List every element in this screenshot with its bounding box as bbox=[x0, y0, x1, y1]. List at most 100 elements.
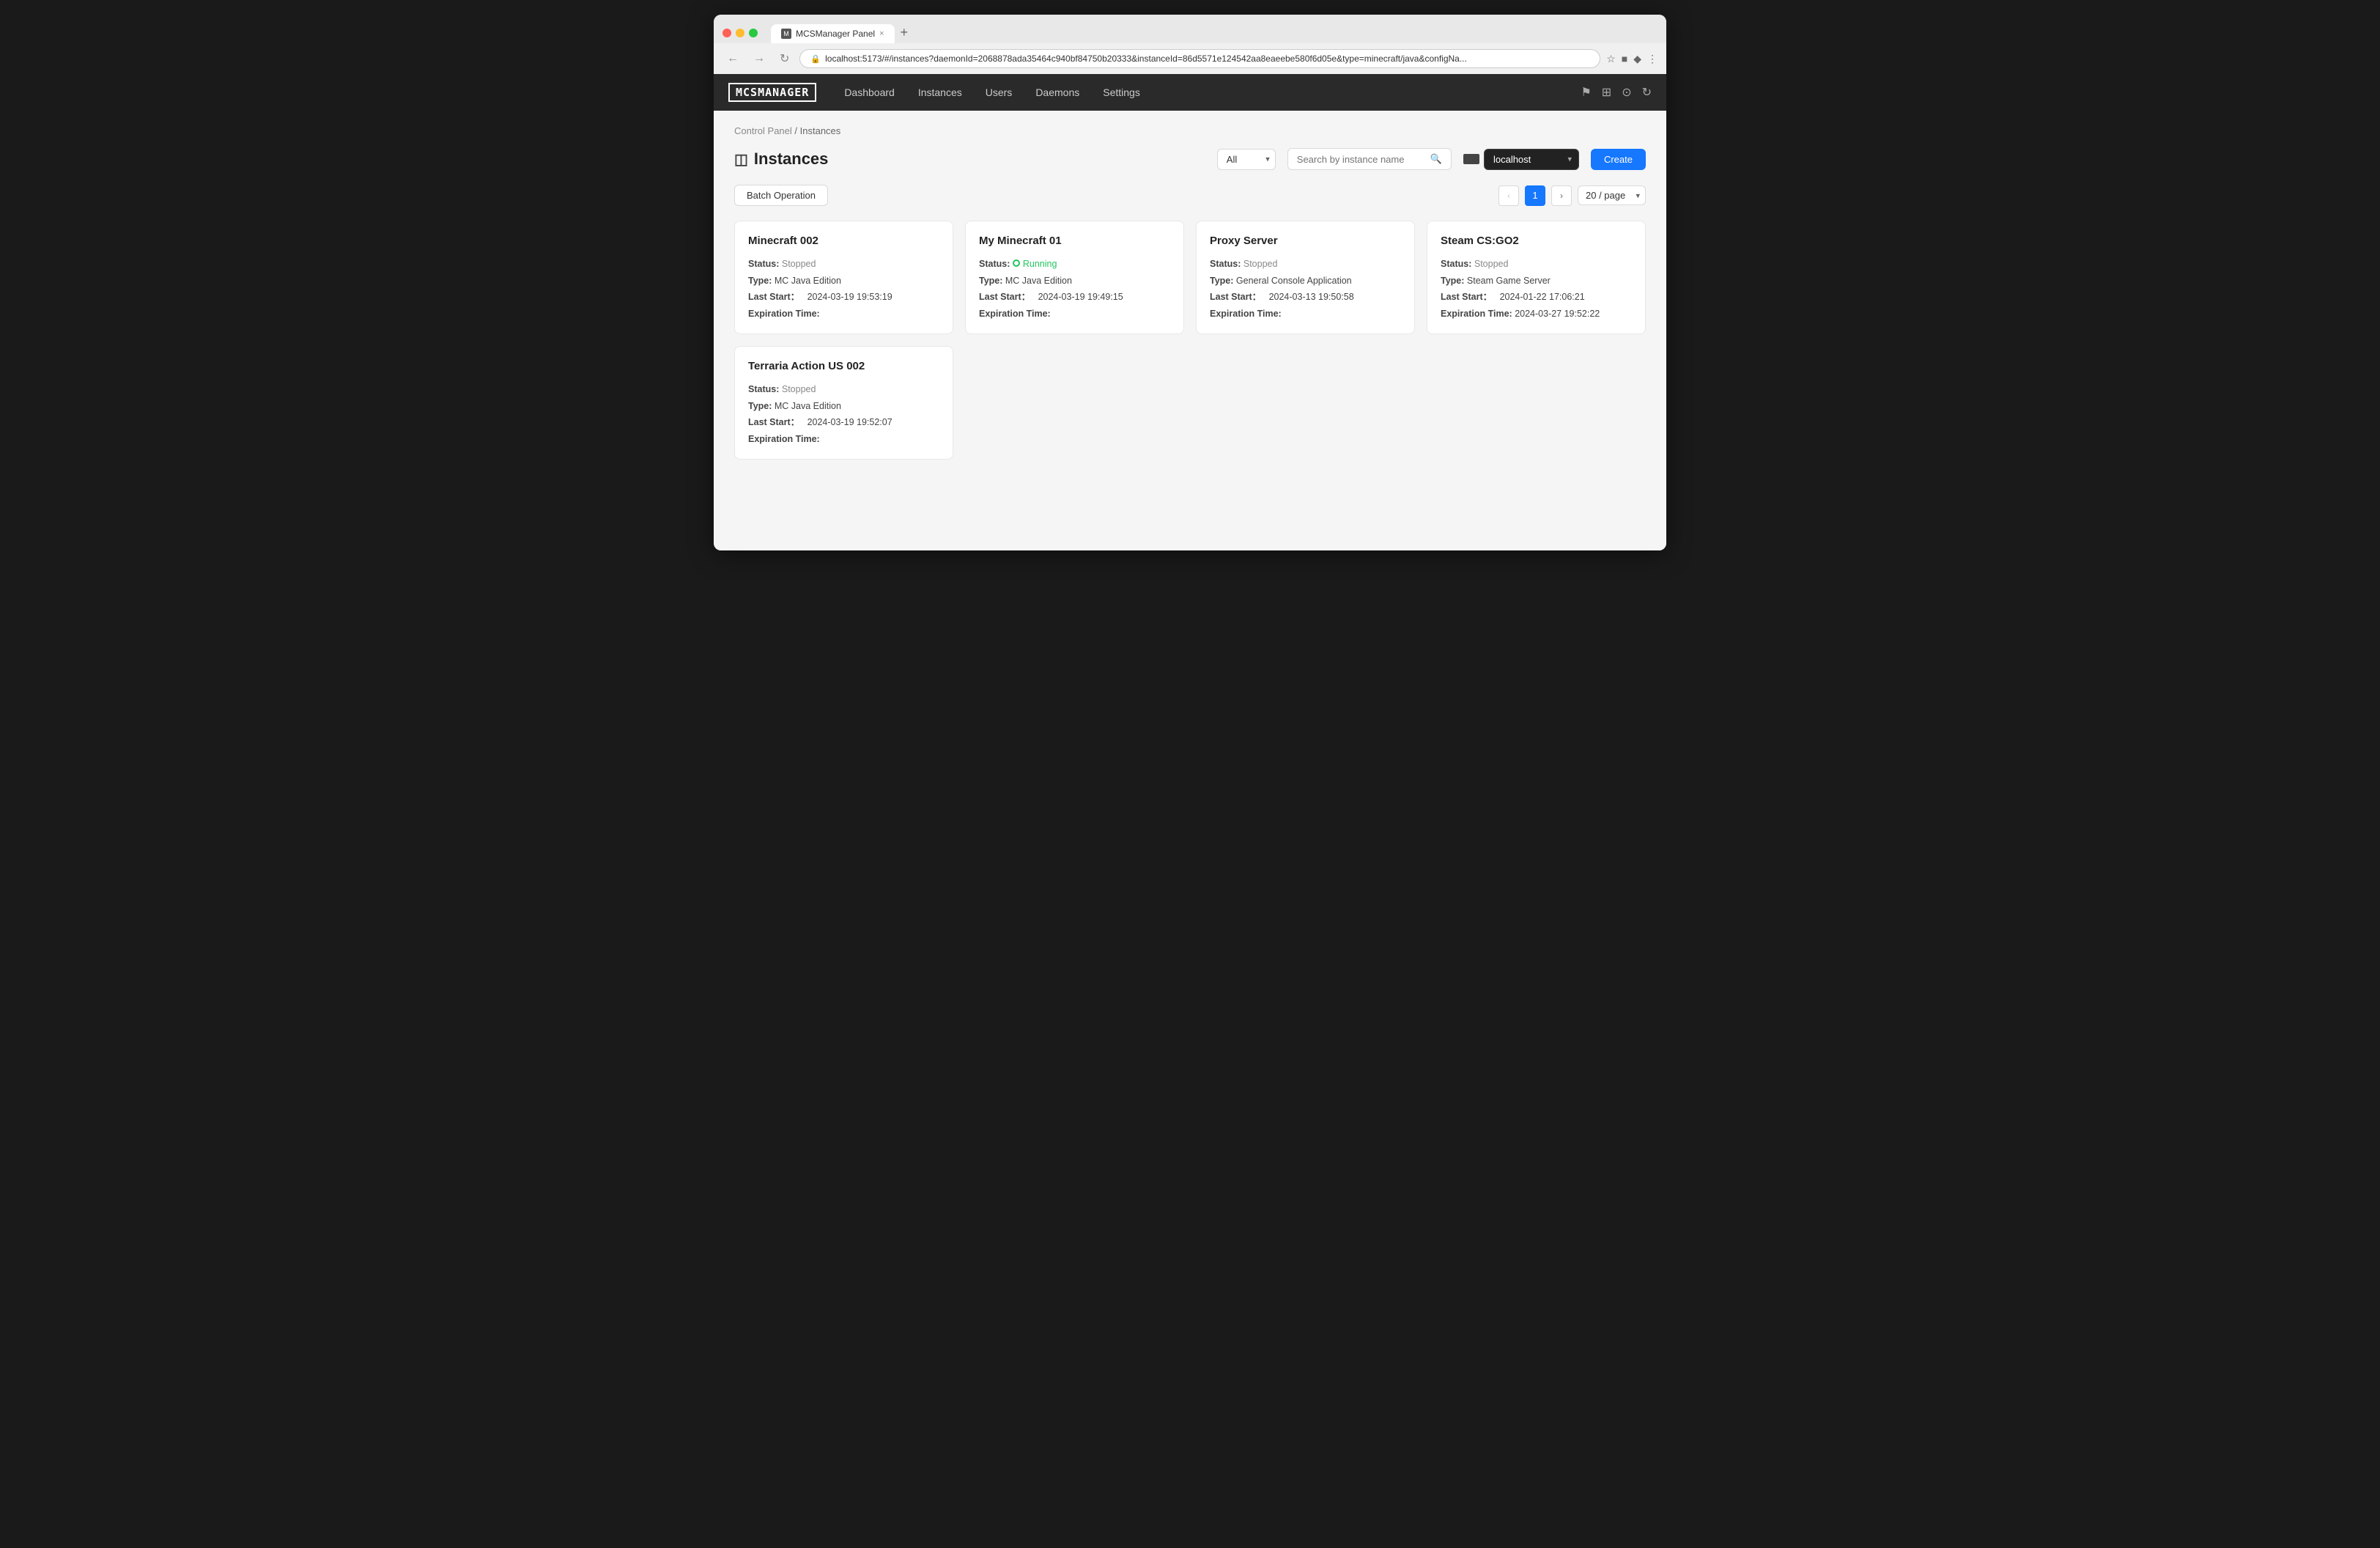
extensions-icon[interactable]: ■ bbox=[1622, 53, 1627, 64]
create-button[interactable]: Create bbox=[1591, 149, 1646, 170]
app-content: Control Panel / Instances ◫ Instances Al… bbox=[714, 111, 1666, 550]
next-page-button[interactable]: › bbox=[1551, 185, 1572, 206]
instance-expiration-row: Expiration Time: 2024-03-27 19:52:22 bbox=[1441, 306, 1632, 322]
refresh-icon[interactable]: ↻ bbox=[1642, 85, 1652, 100]
browser-toolbar: ← → ↻ 🔒 localhost:5173/#/instances?daemo… bbox=[714, 43, 1666, 74]
user-icon[interactable]: ⊙ bbox=[1622, 85, 1631, 100]
daemon-selector-wrap: localhost bbox=[1463, 149, 1579, 170]
minimize-window-button[interactable] bbox=[736, 29, 744, 37]
search-input[interactable] bbox=[1297, 154, 1426, 165]
instance-type-row: Type: MC Java Edition bbox=[979, 273, 1170, 290]
reload-button[interactable]: ↻ bbox=[775, 50, 794, 67]
nav-settings[interactable]: Settings bbox=[1093, 81, 1150, 104]
instance-card[interactable]: My Minecraft 01 Status: Running Type: MC… bbox=[965, 221, 1184, 334]
instance-status-row: Status: Stopped bbox=[1210, 256, 1401, 273]
breadcrumb-parent[interactable]: Control Panel bbox=[734, 125, 792, 136]
instance-info: Status: Stopped Type: MC Java Edition La… bbox=[748, 381, 939, 447]
instance-laststart-row: Last Start： 2024-01-22 17:06:21 bbox=[1441, 289, 1632, 306]
instances-grid: Minecraft 002 Status: Stopped Type: MC J… bbox=[734, 221, 1646, 460]
current-page-button[interactable]: 1 bbox=[1525, 185, 1545, 206]
status-stopped: Stopped bbox=[782, 259, 816, 269]
instance-status-row: Status: Stopped bbox=[748, 256, 939, 273]
prev-page-button[interactable]: ‹ bbox=[1498, 185, 1519, 206]
instances-icon: ◫ bbox=[734, 150, 748, 169]
instance-status-row: Status: Stopped bbox=[1441, 256, 1632, 273]
instance-info: Status: Running Type: MC Java Edition La… bbox=[979, 256, 1170, 322]
page-title: ◫ Instances bbox=[734, 150, 828, 169]
flag-icon[interactable]: ⚑ bbox=[1581, 85, 1591, 100]
status-stopped: Stopped bbox=[782, 384, 816, 394]
instance-info: Status: Stopped Type: General Console Ap… bbox=[1210, 256, 1401, 322]
instance-type-row: Type: Steam Game Server bbox=[1441, 273, 1632, 290]
profile-icon[interactable]: ◆ bbox=[1633, 53, 1641, 65]
instance-card[interactable]: Minecraft 002 Status: Stopped Type: MC J… bbox=[734, 221, 953, 334]
breadcrumb-current: Instances bbox=[800, 125, 841, 136]
nav-actions: ⚑ ⊞ ⊙ ↻ bbox=[1581, 85, 1652, 100]
address-bar[interactable]: 🔒 localhost:5173/#/instances?daemonId=20… bbox=[799, 49, 1600, 68]
bookmark-icon[interactable]: ☆ bbox=[1606, 53, 1616, 65]
daemon-icon bbox=[1463, 154, 1479, 164]
tab-favicon: M bbox=[781, 29, 791, 39]
batch-operation-button[interactable]: Batch Operation bbox=[734, 185, 828, 206]
per-page-wrap: 20 / page 50 / page bbox=[1578, 185, 1646, 205]
app-navbar: MCSMANAGER Dashboard Instances Users Dae… bbox=[714, 74, 1666, 111]
nav-instances[interactable]: Instances bbox=[908, 81, 972, 104]
menu-icon[interactable]: ⋮ bbox=[1647, 53, 1658, 65]
instance-card[interactable]: Terraria Action US 002 Status: Stopped T… bbox=[734, 346, 953, 460]
instance-laststart-row: Last Start： 2024-03-19 19:52:07 bbox=[748, 414, 939, 431]
tab-close-button[interactable]: × bbox=[879, 29, 884, 38]
per-page-select[interactable]: 20 / page 50 / page bbox=[1578, 185, 1646, 205]
instance-card[interactable]: Proxy Server Status: Stopped Type: Gener… bbox=[1196, 221, 1415, 334]
forward-button[interactable]: → bbox=[749, 51, 769, 67]
instance-name: Steam CS:GO2 bbox=[1441, 235, 1632, 247]
nav-dashboard[interactable]: Dashboard bbox=[834, 81, 905, 104]
search-icon: 🔍 bbox=[1430, 153, 1442, 165]
browser-toolbar-actions: ☆ ■ ◆ ⋮ bbox=[1606, 53, 1658, 65]
page-title-text: Instances bbox=[754, 150, 829, 169]
address-text: localhost:5173/#/instances?daemonId=2068… bbox=[825, 54, 1589, 64]
active-tab[interactable]: M MCSManager Panel × bbox=[771, 24, 895, 43]
browser-window: M MCSManager Panel × + ← → ↻ 🔒 localhost… bbox=[714, 15, 1666, 550]
instance-info: Status: Stopped Type: MC Java Edition La… bbox=[748, 256, 939, 322]
status-running: Running bbox=[1023, 259, 1057, 269]
instance-laststart-row: Last Start： 2024-03-19 19:53:19 bbox=[748, 289, 939, 306]
instance-name: Proxy Server bbox=[1210, 235, 1401, 247]
instance-expiration-row: Expiration Time: bbox=[1210, 306, 1401, 322]
instance-card[interactable]: Steam CS:GO2 Status: Stopped Type: Steam… bbox=[1427, 221, 1646, 334]
tab-bar: M MCSManager Panel × + bbox=[771, 22, 1658, 43]
nav-daemons[interactable]: Daemons bbox=[1025, 81, 1090, 104]
back-button[interactable]: ← bbox=[722, 51, 743, 67]
tab-title: MCSManager Panel bbox=[796, 29, 875, 39]
search-box: 🔍 bbox=[1287, 148, 1452, 170]
instance-expiration-row: Expiration Time: bbox=[748, 431, 939, 448]
app-logo[interactable]: MCSMANAGER bbox=[728, 83, 816, 102]
breadcrumb: Control Panel / Instances bbox=[734, 125, 1646, 136]
filter-dropdown[interactable]: All bbox=[1217, 149, 1276, 170]
nav-links: Dashboard Instances Users Daemons Settin… bbox=[834, 81, 1581, 104]
status-stopped: Stopped bbox=[1474, 259, 1509, 269]
nav-users[interactable]: Users bbox=[975, 81, 1023, 104]
instance-info: Status: Stopped Type: Steam Game Server … bbox=[1441, 256, 1632, 322]
toolbar-row: Batch Operation ‹ 1 › 20 / page 50 / pag… bbox=[734, 185, 1646, 206]
instance-laststart-row: Last Start： 2024-03-19 19:49:15 bbox=[979, 289, 1170, 306]
instance-type-row: Type: General Console Application bbox=[1210, 273, 1401, 290]
filter-dropdown-wrap: All bbox=[1217, 149, 1276, 170]
close-window-button[interactable] bbox=[722, 29, 731, 37]
grid-icon[interactable]: ⊞ bbox=[1602, 85, 1611, 100]
status-stopped: Stopped bbox=[1243, 259, 1278, 269]
instance-type-row: Type: MC Java Edition bbox=[748, 398, 939, 415]
instance-type-row: Type: MC Java Edition bbox=[748, 273, 939, 290]
instance-status-row: Status: Stopped bbox=[748, 381, 939, 398]
instance-expiration-row: Expiration Time: bbox=[748, 306, 939, 322]
daemon-dropdown-wrap: localhost bbox=[1484, 149, 1579, 170]
breadcrumb-separator: / bbox=[794, 125, 799, 136]
page-header: ◫ Instances All 🔍 localhost bbox=[734, 148, 1646, 170]
instance-name: My Minecraft 01 bbox=[979, 235, 1170, 247]
daemon-dropdown[interactable]: localhost bbox=[1484, 149, 1579, 170]
maximize-window-button[interactable] bbox=[749, 29, 758, 37]
pagination: ‹ 1 › 20 / page 50 / page bbox=[1498, 185, 1646, 206]
instance-name: Terraria Action US 002 bbox=[748, 360, 939, 372]
instance-expiration-row: Expiration Time: bbox=[979, 306, 1170, 322]
new-tab-button[interactable]: + bbox=[895, 22, 914, 43]
browser-titlebar: M MCSManager Panel × + bbox=[714, 15, 1666, 43]
